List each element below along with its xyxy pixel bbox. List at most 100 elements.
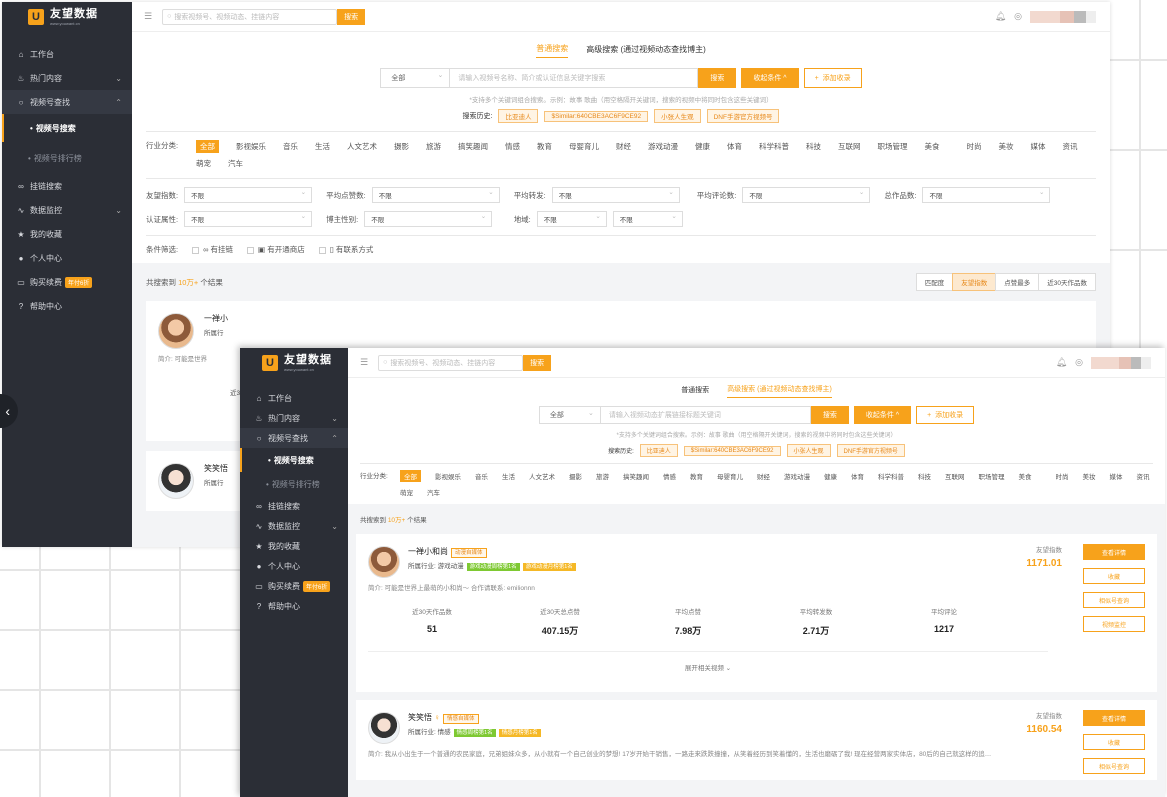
sidebar-item-favorites[interactable]: ★ 我的收藏	[240, 536, 348, 556]
category-item[interactable]: 搞笑趣闻	[623, 470, 649, 482]
category-item[interactable]: 搞笑趣闻	[458, 140, 488, 153]
category-item[interactable]: 萌宠	[400, 486, 413, 498]
avatar[interactable]	[1091, 356, 1151, 369]
similar-search-button[interactable]: 相似号查询	[1083, 592, 1145, 608]
filter-select[interactable]: 不限	[364, 211, 493, 227]
menu-fold-icon[interactable]: ☰	[144, 11, 152, 22]
expand-videos-button[interactable]: 展开相关视频 ⌄	[368, 651, 1048, 672]
category-item[interactable]: 美食	[925, 140, 940, 153]
sidebar-item-hot-content[interactable]: ♨ 热门内容 ⌄	[2, 66, 132, 90]
sort-index[interactable]: 友望指数	[952, 273, 997, 291]
category-item[interactable]: 科学科普	[878, 470, 904, 482]
category-item[interactable]: 音乐	[475, 470, 488, 482]
top-search-button[interactable]: 搜索	[337, 8, 366, 25]
category-item[interactable]: 资讯	[1063, 140, 1078, 153]
search-button[interactable]: 搜索	[810, 406, 849, 424]
category-item[interactable]: 生活	[502, 470, 515, 482]
video-monitor-button[interactable]: 视频监控	[1083, 616, 1145, 632]
category-item[interactable]: 体育	[727, 140, 742, 153]
category-item[interactable]: 游戏动漫	[648, 140, 678, 153]
scope-select[interactable]: 全部	[380, 68, 451, 88]
favorite-button[interactable]: 收藏	[1083, 734, 1145, 750]
history-tag[interactable]: DNF手游官方视频号	[836, 444, 905, 457]
category-item[interactable]: 科技	[806, 140, 821, 153]
collapse-conditions-button[interactable]: 收起条件 ^	[853, 406, 912, 424]
category-item[interactable]: 情感	[505, 140, 520, 153]
sidebar-item-favorites[interactable]: ★ 我的收藏	[2, 222, 132, 246]
sidebar-item-channel-search-sub[interactable]: • 视频号搜索	[240, 448, 348, 472]
category-item[interactable]: 摄影	[569, 470, 582, 482]
bell-icon[interactable]: 🔔︎	[1056, 357, 1067, 368]
channel-name[interactable]: 笑笑悟	[408, 713, 432, 722]
sidebar-item-purchase[interactable]: ▭ 购买续费 年付6折	[240, 576, 348, 596]
city-select[interactable]: 不限	[612, 211, 683, 227]
category-item[interactable]: 时尚	[1056, 470, 1069, 482]
sort-relevance[interactable]: 匹配度	[915, 273, 954, 291]
category-item[interactable]: 萌宠	[196, 157, 211, 170]
scope-select[interactable]: 全部	[538, 406, 601, 424]
headset-icon[interactable]: ◎	[1075, 357, 1083, 368]
tab-normal-search[interactable]: 普通搜索	[681, 385, 709, 398]
menu-fold-icon[interactable]: ☰	[360, 357, 368, 368]
category-item[interactable]: 美妆	[1083, 470, 1096, 482]
main-search-input[interactable]: 请输入视频号名称、简介或认证信息关键字搜索	[450, 68, 699, 88]
category-item[interactable]: 教育	[537, 140, 552, 153]
category-item[interactable]: 科学科普	[759, 140, 789, 153]
checkbox[interactable]	[318, 246, 326, 254]
main-search-input[interactable]: 请输入视频动态扩展链接标题关键词	[600, 406, 811, 424]
history-tag[interactable]: DNF手游官方视频号	[706, 109, 780, 123]
condition-has-store[interactable]: ▣ 有开通商店	[247, 244, 305, 255]
category-item[interactable]: 健康	[824, 470, 837, 482]
category-item[interactable]: 旅游	[426, 140, 441, 153]
history-tag[interactable]: 小张人生观	[654, 109, 701, 123]
filter-select[interactable]: 不限	[551, 187, 680, 203]
category-item[interactable]: 影视娱乐	[236, 140, 266, 153]
sidebar-item-link-search[interactable]: ∞ 挂链搜索	[240, 496, 348, 516]
avatar[interactable]	[158, 313, 194, 349]
sidebar-item-purchase[interactable]: ▭ 购买续费 年付6折	[2, 270, 132, 294]
category-item[interactable]: 音乐	[283, 140, 298, 153]
favorite-button[interactable]: 收藏	[1083, 568, 1145, 584]
category-item[interactable]: 资讯	[1137, 470, 1150, 482]
channel-name[interactable]: 笑笑悟	[204, 463, 228, 474]
sidebar-item-data-monitor[interactable]: ∿ 数据监控 ⌄	[240, 516, 348, 536]
category-item[interactable]: 美妆	[999, 140, 1014, 153]
category-item[interactable]: 汽车	[427, 486, 440, 498]
condition-has-contact[interactable]: ▯ 有联系方式	[318, 244, 373, 255]
tab-advanced-search[interactable]: 高级搜索 (通过视频动态查找博主)	[586, 44, 706, 58]
sidebar-item-help[interactable]: ? 帮助中心	[240, 596, 348, 616]
category-item[interactable]: 财经	[757, 470, 770, 482]
avatar[interactable]	[158, 463, 194, 499]
category-item[interactable]: 全部	[196, 140, 219, 153]
sidebar-item-channel-search[interactable]: ○ 视频号查找 ⌃	[240, 428, 348, 448]
sidebar-item-link-search[interactable]: ∞ 挂链搜索	[2, 174, 132, 198]
sidebar-item-workbench[interactable]: ⌂ 工作台	[2, 42, 132, 66]
tab-normal-search[interactable]: 普通搜索	[536, 43, 569, 58]
add-collection-button[interactable]: + 添加收录	[916, 406, 975, 424]
sidebar-item-hot-content[interactable]: ♨ 热门内容 ⌄	[240, 408, 348, 428]
similar-search-button[interactable]: 相似号查询	[1083, 758, 1145, 774]
channel-name[interactable]: 一禅小和尚	[408, 547, 448, 556]
history-tag[interactable]: 小张人生观	[786, 444, 831, 457]
category-item[interactable]: 人文艺术	[529, 470, 555, 482]
avatar[interactable]	[1030, 10, 1096, 23]
category-item[interactable]: 职场管理	[878, 140, 908, 153]
top-search-input[interactable]: ○ 搜索视频号、视频动态、挂链内容	[162, 8, 338, 25]
sidebar-item-channel-search[interactable]: ○ 视频号查找 ⌃	[2, 90, 132, 114]
category-item[interactable]: 全部	[400, 470, 421, 482]
history-tag[interactable]: $Similar:640CBE3AC6F9CE92	[544, 110, 649, 122]
checkbox[interactable]	[192, 246, 200, 254]
view-detail-button[interactable]: 查看详情	[1083, 544, 1145, 560]
collapse-conditions-button[interactable]: 收起条件 ^	[741, 68, 799, 88]
category-item[interactable]: 科技	[918, 470, 931, 482]
add-collection-button[interactable]: + 添加收录	[803, 68, 862, 88]
search-button[interactable]: 搜索	[698, 68, 737, 88]
history-tag[interactable]: 比亚迪人	[498, 109, 539, 123]
sidebar-item-profile[interactable]: ● 个人中心	[240, 556, 348, 576]
category-item[interactable]: 教育	[690, 470, 703, 482]
condition-has-link[interactable]: ∞ 有挂链	[192, 244, 233, 255]
bell-icon[interactable]: 🔔︎	[995, 11, 1006, 22]
channel-name[interactable]: 一禅小	[204, 313, 228, 324]
filter-select[interactable]: 不限	[184, 211, 313, 227]
category-item[interactable]: 人文艺术	[347, 140, 377, 153]
